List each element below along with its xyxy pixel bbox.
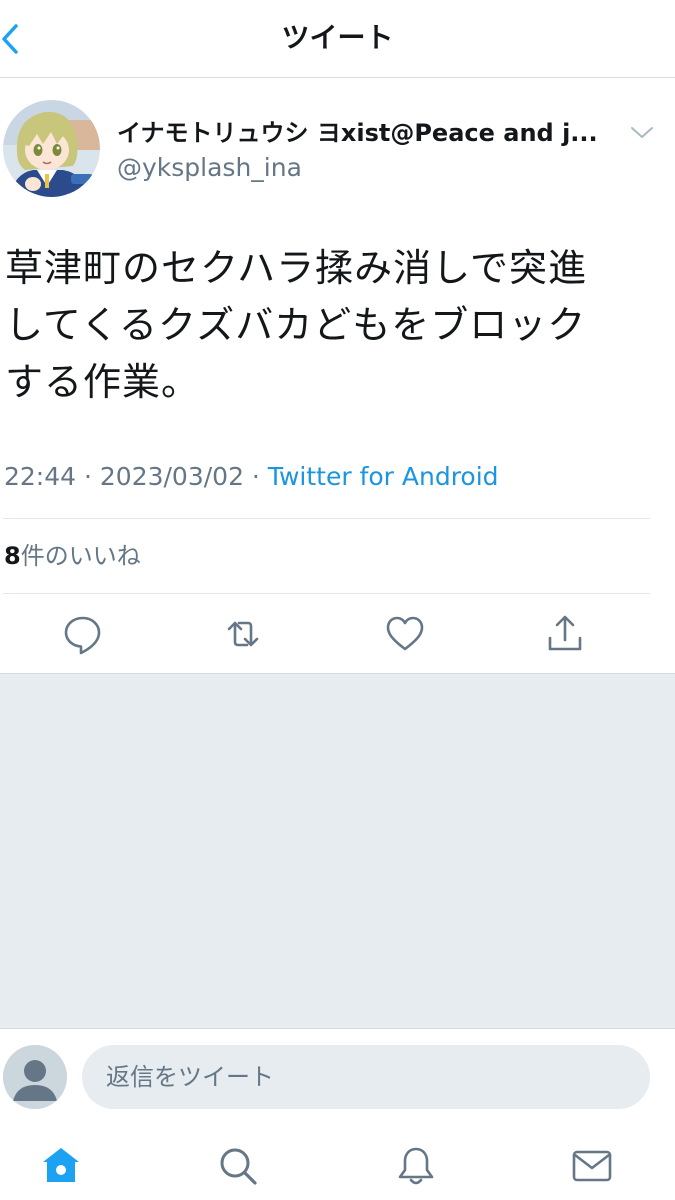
tweet-text-line: してくるクズバカどもをブロック bbox=[5, 303, 587, 347]
nav-messages[interactable] bbox=[570, 1144, 614, 1188]
tweet-meta: 22:44 · 2023/03/02 · Twitter for Android bbox=[4, 458, 499, 496]
header-bar: ツイート bbox=[0, 0, 675, 78]
mail-icon bbox=[572, 1150, 612, 1182]
bell-icon bbox=[398, 1147, 434, 1185]
likes-count: 8 bbox=[4, 542, 21, 570]
comment-icon bbox=[64, 616, 101, 655]
user-avatar[interactable] bbox=[3, 1045, 67, 1109]
tweet-time: 22:44 bbox=[4, 462, 77, 491]
more-options-button[interactable] bbox=[628, 120, 656, 144]
home-icon bbox=[43, 1148, 79, 1182]
reply-input[interactable] bbox=[82, 1045, 650, 1109]
heart-icon bbox=[386, 616, 424, 651]
avatar-image bbox=[3, 100, 100, 197]
tweet-text: 草津町のセクハラ揉み消しで突進 してくるクズバカどもをブロック する作業。 bbox=[5, 240, 665, 411]
share-icon bbox=[548, 615, 582, 651]
nav-notifications[interactable] bbox=[394, 1144, 438, 1188]
reply-button[interactable] bbox=[61, 612, 105, 656]
likes-label: 件のいいね bbox=[20, 542, 141, 570]
tweet-text-line: する作業。 bbox=[5, 360, 201, 404]
author-display-name[interactable]: イナモトリュウシ ヨxist@Peace and j... bbox=[117, 114, 612, 152]
like-button[interactable] bbox=[383, 612, 427, 656]
author-handle[interactable]: @yksplash_ina bbox=[117, 150, 302, 186]
retweet-icon bbox=[227, 621, 259, 647]
divider bbox=[3, 593, 650, 594]
retweet-button[interactable] bbox=[221, 612, 265, 656]
page-title: ツイート bbox=[281, 21, 394, 54]
meta-separator: · bbox=[243, 462, 268, 491]
default-avatar-icon bbox=[3, 1045, 67, 1109]
tweet-detail-screen: ツイート イナモトリュウシ ヨxist@Peace and j... @yksp… bbox=[0, 0, 675, 1200]
nav-search[interactable] bbox=[216, 1144, 260, 1188]
meta-separator: · bbox=[76, 462, 100, 491]
tweet-date: 2023/03/02 bbox=[99, 462, 244, 491]
chevron-down-icon bbox=[631, 127, 653, 138]
bottom-nav bbox=[0, 1128, 675, 1200]
author-avatar[interactable] bbox=[3, 100, 100, 197]
tweet-source-link[interactable]: Twitter for Android bbox=[268, 462, 499, 491]
search-icon bbox=[220, 1148, 257, 1185]
share-button[interactable] bbox=[543, 612, 587, 656]
reply-bar bbox=[0, 1028, 675, 1128]
nav-home[interactable] bbox=[39, 1144, 83, 1188]
replies-area bbox=[0, 673, 675, 1028]
divider bbox=[3, 518, 650, 519]
tweet-text-line: 草津町のセクハラ揉み消しで突進 bbox=[5, 246, 587, 290]
likes-summary[interactable]: 8件のいいね bbox=[4, 538, 141, 574]
